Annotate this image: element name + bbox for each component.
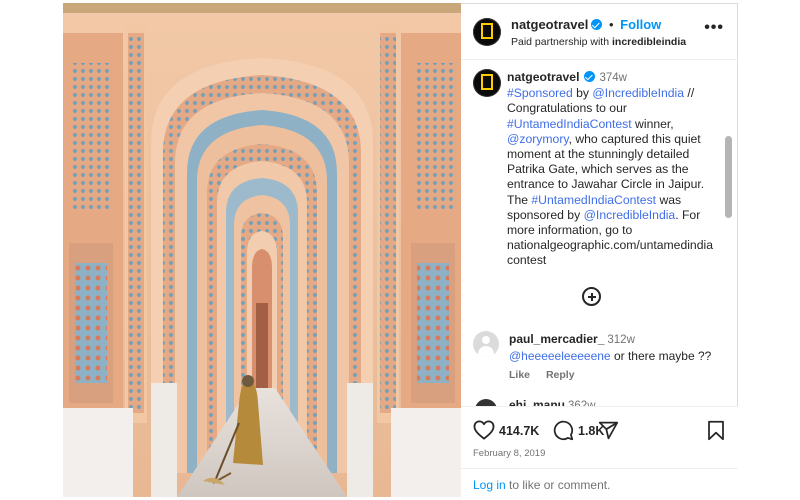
comment-actions: Like Reply [509,369,588,381]
follow-button[interactable]: Follow [620,17,661,32]
mention-zorymory[interactable]: @zorymory [507,132,569,146]
comment-item: ehi_manu 362w [509,398,596,406]
post-photo[interactable] [63,3,461,497]
share-icon[interactable] [598,420,619,441]
post-actions: 414.7K 1.8K February 8, 2019 Log in to l… [461,406,738,498]
caption-time: 374w [599,72,627,84]
more-options-icon[interactable]: ••• [704,20,724,36]
profile-avatar[interactable] [473,18,501,46]
verified-icon [591,19,603,30]
heart-icon[interactable] [473,420,495,440]
login-link[interactable]: Log in [473,478,506,492]
comment-reply-button[interactable]: Reply [546,369,575,381]
comment-text: or there maybe ?? [610,348,712,363]
instagram-post: natgeotravel • Follow Paid partnership w… [0,0,800,500]
comment-avatar[interactable] [475,399,497,406]
login-prompt: Log in to like or comment. [473,478,611,492]
bookmark-icon[interactable] [707,420,725,441]
comment-like-button[interactable]: Like [509,369,530,381]
caption-avatar[interactable] [473,69,501,97]
comment-item: paul_mercadier_ 312w @heeeeeleeeeene or t… [509,332,724,364]
comment-icon[interactable] [553,420,574,441]
mention-incredibleindia[interactable]: @IncredibleIndia [592,86,684,100]
scrollbar-thumb[interactable] [725,136,732,218]
likes-count[interactable]: 414.7K [499,424,539,438]
caption-username[interactable]: natgeotravel [507,70,579,84]
hashtag-untamedindiacontest-2[interactable]: #UntamedIndiaContest [531,193,656,207]
mention-incredibleindia-2[interactable]: @IncredibleIndia [584,208,676,222]
verified-icon [584,71,596,82]
paid-partnership-label: Paid partnership with incredibleindia [511,36,687,48]
comment-username[interactable]: paul_mercadier_ [509,332,604,346]
add-comment-icon[interactable] [582,287,601,306]
hashtag-sponsored[interactable]: #Sponsored [507,86,573,100]
post-panel: natgeotravel • Follow Paid partnership w… [461,3,738,498]
comment-mention[interactable]: @heeeeeleeeeene [509,349,611,363]
patrika-gate-image [63,3,461,497]
comment-avatar[interactable] [473,331,499,357]
header-username[interactable]: natgeotravel [511,17,588,32]
separator-dot: • [608,17,614,32]
post-caption: natgeotravel 374w #Sponsored by @Incredib… [507,70,713,268]
divider [461,468,738,469]
post-date: February 8, 2019 [473,448,546,459]
hashtag-untamedindiacontest[interactable]: #UntamedIndiaContest [507,117,632,131]
comments-scroll-area[interactable]: natgeotravel 374w #Sponsored by @Incredib… [461,61,738,406]
post-header: natgeotravel • Follow Paid partnership w… [461,4,738,60]
comment-time: 312w [607,334,635,346]
partner-link[interactable]: incredibleindia [612,36,686,48]
comment-username[interactable]: ehi_manu [509,398,565,406]
